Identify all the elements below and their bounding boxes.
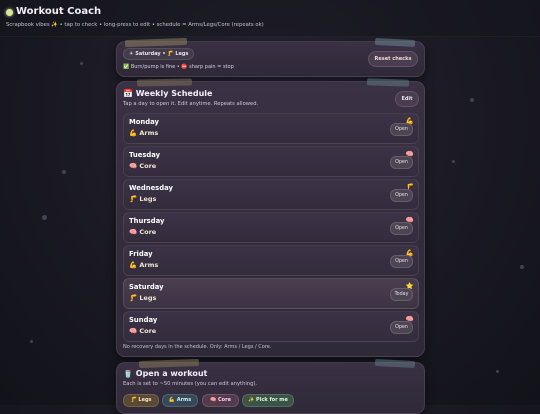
schedule-subtitle: Tap a day to open it. Edit anytime. Repe… <box>123 101 259 107</box>
day-name: Monday <box>129 118 159 126</box>
day-row-sunday[interactable]: Sunday 🧠 Core 🧠 Open <box>123 311 419 342</box>
background-speck <box>470 98 474 102</box>
day-focus: 🧠 Core <box>129 162 157 170</box>
open-arms-button[interactable]: 💪 Arms <box>162 394 198 407</box>
day-name: Saturday <box>129 283 164 291</box>
background-speck <box>452 160 455 163</box>
day-focus: 💪 Arms <box>129 261 159 269</box>
safety-rule-text: ✅ Burn/pump is fine • ⛔ sharp pain = sto… <box>123 64 234 70</box>
day-row-wednesday[interactable]: Wednesday 🦵 Legs 🦵 Open <box>123 179 419 210</box>
day-focus: 💪 Arms <box>129 129 159 137</box>
day-name: Thursday <box>129 217 165 225</box>
tape-decoration <box>366 78 410 87</box>
background-speck <box>496 370 499 373</box>
drink-icon: 🥤 <box>123 369 133 378</box>
pick-for-me-button[interactable]: ✨ Pick for me <box>242 394 294 407</box>
app-header: Workout Coach Scrapbook vibes ✨ • tap to… <box>0 0 540 37</box>
edit-schedule-button[interactable]: Edit <box>395 91 419 107</box>
weekly-schedule-card: 📅 Weekly Schedule Tap a day to open it. … <box>116 78 425 357</box>
section-title: 📅 Weekly Schedule <box>123 89 212 98</box>
open-day-button[interactable]: Open <box>390 321 413 334</box>
background-speck <box>80 62 83 65</box>
tape-decoration <box>374 358 416 369</box>
day-row-friday[interactable]: Friday 💪 Arms 💪 Open <box>123 245 419 276</box>
day-row-tuesday[interactable]: Tuesday 🧠 Core 🧠 Open <box>123 146 419 177</box>
tape-decoration <box>138 358 200 369</box>
day-row-saturday[interactable]: Saturday 🦵 Legs ⭐ Today <box>123 278 419 309</box>
background-speck <box>62 170 66 174</box>
workout-title: Open a workout <box>135 369 208 378</box>
today-pill-label: ☀ Saturday • 🦵 Legs <box>129 51 189 57</box>
open-day-button[interactable]: Open <box>390 222 413 235</box>
app-logo-icon <box>6 9 13 16</box>
day-row-thursday[interactable]: Thursday 🧠 Core 🧠 Open <box>123 212 419 243</box>
open-core-button[interactable]: 🧠 Core <box>202 394 239 407</box>
reset-checks-button[interactable]: Reset checks <box>368 51 418 67</box>
schedule-title: Weekly Schedule <box>135 89 213 98</box>
tape-decoration <box>124 37 188 48</box>
day-name: Sunday <box>129 316 158 324</box>
open-day-button[interactable]: Open <box>390 189 413 202</box>
tape-decoration <box>136 78 193 87</box>
today-pill: ☀ Saturday • 🦵 Legs <box>123 48 195 60</box>
page-subtitle: Scrapbook vibes ✨ • tap to check • long-… <box>6 22 264 28</box>
today-badge-button[interactable]: Today <box>390 288 413 301</box>
calendar-icon: 📅 <box>123 89 133 98</box>
day-focus: 🧠 Core <box>129 327 157 335</box>
open-day-button[interactable]: Open <box>390 255 413 268</box>
section-title: 🥤 Open a workout <box>123 369 207 378</box>
background-speck <box>520 265 524 269</box>
today-card: ☀ Saturday • 🦵 Legs ✅ Burn/pump is fine … <box>116 37 425 77</box>
background-speck <box>30 340 33 343</box>
background-speck <box>42 215 47 220</box>
schedule-footnote: No recovery days in the schedule. Only: … <box>123 344 272 350</box>
day-row-monday[interactable]: Monday 💪 Arms 💪 Open <box>123 113 419 144</box>
tape-decoration <box>374 37 416 48</box>
day-name: Friday <box>129 250 153 258</box>
page-title: Workout Coach <box>16 6 102 17</box>
day-focus: 🦵 Legs <box>129 294 157 302</box>
open-workout-card: 🥤 Open a workout Each is set to ~50 minu… <box>116 358 425 414</box>
day-focus: 🧠 Core <box>129 228 157 236</box>
workout-subtitle: Each is set to ~50 minutes (you can edit… <box>123 381 258 387</box>
day-name: Wednesday <box>129 184 173 192</box>
open-day-button[interactable]: Open <box>390 156 413 169</box>
day-focus: 🦵 Legs <box>129 195 157 203</box>
open-legs-button[interactable]: 🦵 Legs <box>123 394 159 407</box>
day-name: Tuesday <box>129 151 161 159</box>
open-day-button[interactable]: Open <box>390 123 413 136</box>
